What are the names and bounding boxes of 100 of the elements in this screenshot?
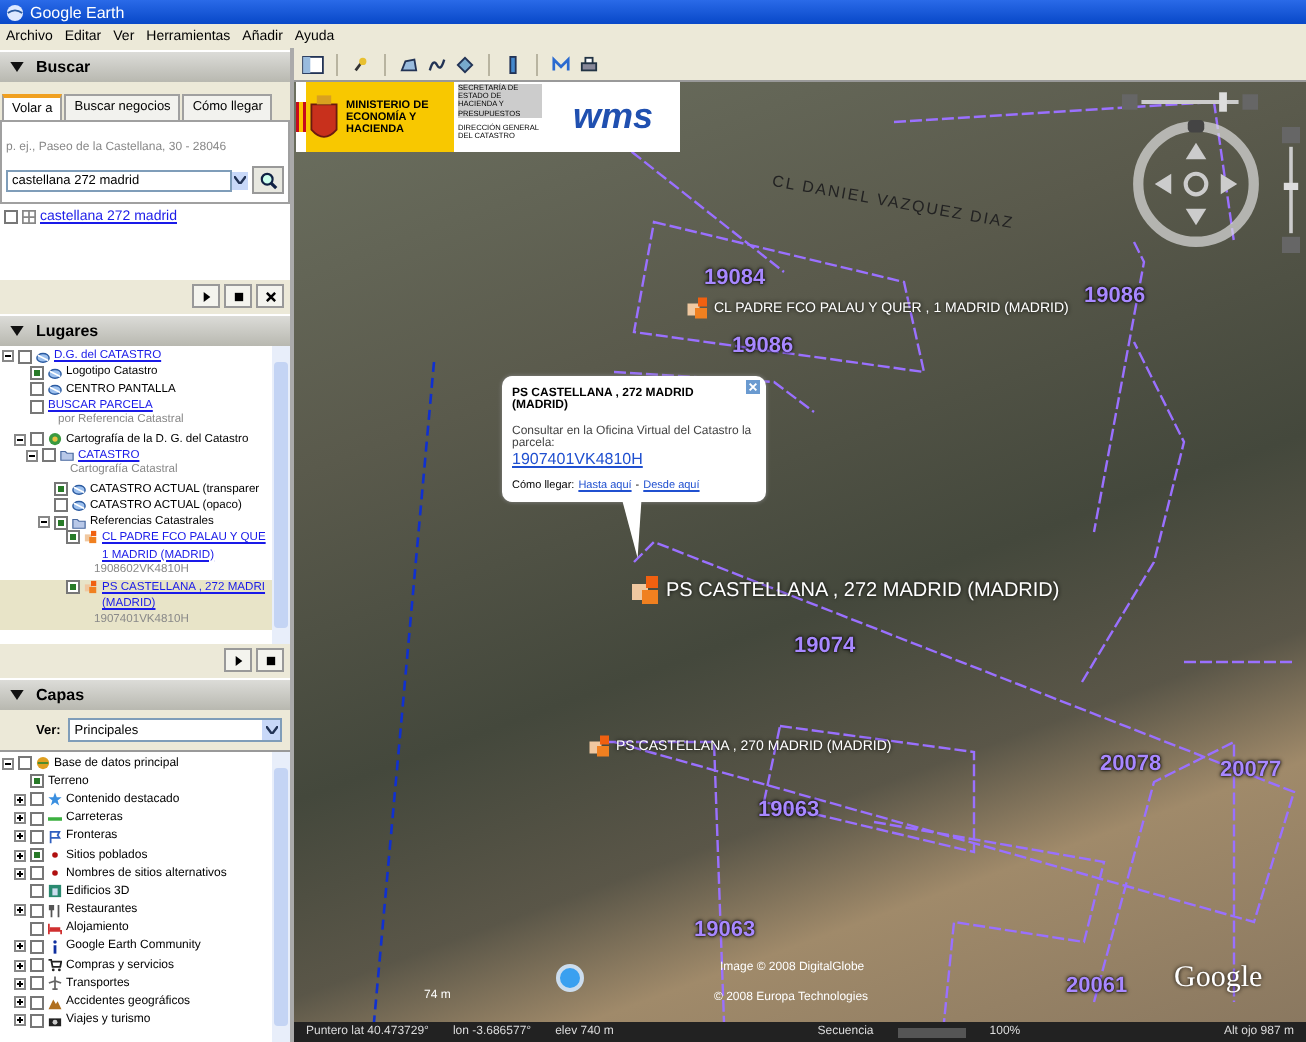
checkbox[interactable]: [30, 774, 44, 789]
expander-icon[interactable]: [14, 793, 26, 806]
panel-title: Capas: [36, 686, 85, 704]
satellite-photo-placeholder[interactable]: [294, 82, 1306, 1022]
checkbox[interactable]: [42, 448, 56, 463]
panel-header[interactable]: Buscar: [0, 50, 290, 82]
placemark-icon[interactable]: [686, 296, 710, 320]
stop-button[interactable]: [256, 648, 284, 672]
play-button[interactable]: [192, 284, 220, 308]
expander-icon[interactable]: [2, 350, 14, 363]
globe-icon: [6, 3, 24, 21]
caret-icon: [234, 176, 246, 184]
scrollbar[interactable]: [272, 752, 290, 1042]
dropdown-button[interactable]: [232, 171, 248, 189]
print-icon[interactable]: [578, 53, 600, 75]
expander-icon[interactable]: [14, 867, 26, 880]
navigation-compass-icon[interactable]: [1130, 118, 1262, 250]
placemark-icon[interactable]: [630, 574, 662, 606]
panel-header[interactable]: Capas: [0, 678, 290, 710]
stop-icon: [265, 655, 275, 665]
path-icon[interactable]: [426, 53, 448, 75]
window-title: Google Earth: [30, 3, 125, 21]
checkbox[interactable]: [30, 848, 44, 863]
parcel-number: 20078: [1100, 752, 1162, 776]
checkbox[interactable]: [30, 432, 44, 447]
checkbox[interactable]: [54, 498, 68, 513]
street-name: CL DANIEL VAZQUEZ DIAZ: [770, 172, 1016, 233]
checkbox[interactable]: [30, 976, 44, 991]
scrollbar[interactable]: [272, 346, 290, 644]
parcel-number: 19086: [1084, 284, 1146, 308]
play-button[interactable]: [224, 648, 252, 672]
play-icon: [201, 291, 211, 301]
coat-of-arms-icon: [306, 82, 342, 152]
camera-icon: [48, 1013, 62, 1028]
streaming-meter: [897, 1027, 966, 1037]
email-icon[interactable]: [550, 53, 572, 75]
polygon-icon[interactable]: [398, 53, 420, 75]
mountain-icon: [48, 995, 62, 1010]
checkbox[interactable]: [30, 382, 44, 397]
collapse-icon[interactable]: [10, 62, 24, 72]
close-button[interactable]: [256, 284, 284, 308]
folder-icon: [60, 448, 74, 463]
caret-icon: [265, 726, 277, 734]
expander-icon[interactable]: [2, 757, 14, 770]
sidebar-toggle-icon[interactable]: [302, 53, 324, 75]
checkbox[interactable]: [30, 903, 44, 918]
checkbox[interactable]: [30, 958, 44, 973]
expander-icon[interactable]: [38, 516, 50, 529]
checkbox[interactable]: [4, 209, 18, 224]
checkbox[interactable]: [30, 939, 44, 954]
cart-icon: [48, 958, 62, 973]
checkbox[interactable]: [30, 921, 44, 936]
expander-icon[interactable]: [14, 996, 26, 1009]
expander-icon[interactable]: [14, 959, 26, 972]
expander-icon[interactable]: [14, 977, 26, 990]
panel-title: Lugares: [36, 322, 99, 340]
parcel-number: 19084: [704, 266, 766, 290]
search-button[interactable]: [252, 166, 284, 194]
expander-icon[interactable]: [14, 812, 26, 825]
checkbox[interactable]: [30, 792, 44, 807]
info-icon: [48, 939, 62, 954]
checkbox[interactable]: [30, 811, 44, 826]
checkbox[interactable]: [30, 866, 44, 881]
image-overlay-icon[interactable]: [454, 53, 476, 75]
checkbox[interactable]: [54, 515, 68, 530]
close-icon[interactable]: [746, 380, 760, 394]
grid-icon: [22, 209, 36, 224]
checkbox[interactable]: [66, 530, 80, 545]
layers-icon: [36, 756, 50, 771]
checkbox[interactable]: [30, 365, 44, 380]
collapse-icon[interactable]: [10, 326, 24, 336]
checkbox[interactable]: [18, 756, 32, 771]
expander-icon[interactable]: [14, 904, 26, 917]
placemark-icon: [84, 530, 98, 545]
tilt-slider-icon[interactable]: [1122, 92, 1258, 112]
checkbox[interactable]: [30, 1013, 44, 1028]
expander-icon[interactable]: [14, 1014, 26, 1027]
parcel-number: 19074: [794, 634, 856, 658]
checkbox[interactable]: [30, 995, 44, 1010]
checkbox[interactable]: [18, 349, 32, 364]
collapse-icon[interactable]: [10, 690, 24, 700]
expander-icon[interactable]: [14, 433, 26, 446]
expander-icon[interactable]: [14, 849, 26, 862]
placemark-icon[interactable]: [588, 734, 612, 758]
expander-icon[interactable]: [14, 830, 26, 843]
expander-icon[interactable]: [14, 940, 26, 953]
checkbox[interactable]: [30, 884, 44, 899]
checkbox[interactable]: [66, 580, 80, 595]
stop-button[interactable]: [224, 284, 252, 308]
zoom-slider-icon[interactable]: [1282, 122, 1300, 258]
parcel-link[interactable]: 1907401VK4810H: [512, 450, 643, 468]
checkbox[interactable]: [54, 482, 68, 497]
checkbox[interactable]: [30, 829, 44, 844]
placemark-icon[interactable]: [350, 53, 372, 75]
expander-icon[interactable]: [26, 449, 38, 462]
checkbox[interactable]: [30, 399, 44, 414]
stop-icon: [233, 291, 243, 301]
parcel-number: 19063: [694, 918, 756, 942]
panel-header[interactable]: Lugares: [0, 314, 290, 346]
folder-icon: [72, 515, 86, 530]
